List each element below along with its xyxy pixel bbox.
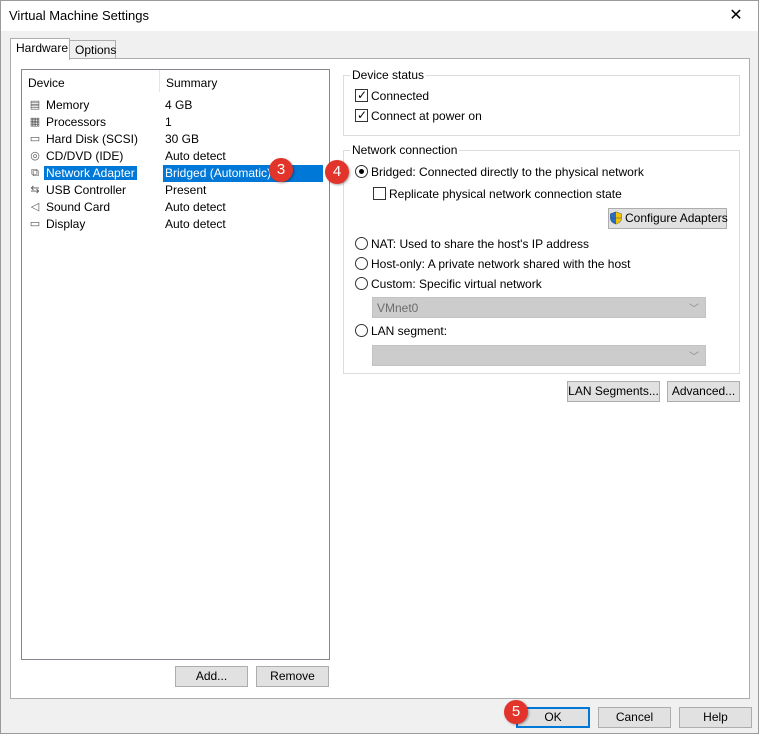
connect-at-power-on-checkbox[interactable]: ✓ Connect at power on (355, 108, 482, 123)
device-name: Processors (46, 115, 107, 129)
device-row-usb-controller[interactable]: ⇆ USB Controller Present (24, 182, 327, 199)
checkmark-icon: ✓ (357, 88, 368, 102)
lan-segments-button[interactable]: LAN Segments... (567, 381, 660, 402)
radio-label: NAT: Used to share the host's IP address (371, 237, 589, 251)
connected-checkbox[interactable]: ✓ Connected (355, 88, 430, 103)
chevron-down-icon: ﹀ (689, 352, 699, 363)
annotation-badge-4: 4 (325, 160, 349, 184)
annotation-badge-5: 5 (504, 700, 528, 724)
cd-dvd-icon: ◎ (30, 150, 40, 162)
device-row-display[interactable]: ▭ Display Auto detect (24, 216, 327, 233)
checkbox-box: ✓ (355, 88, 368, 102)
add-device-button[interactable]: Add... (175, 666, 248, 687)
device-summary: Auto detect (165, 149, 226, 163)
remove-device-button[interactable]: Remove (256, 666, 329, 687)
device-name: CD/DVD (IDE) (46, 149, 124, 163)
device-row-sound-card[interactable]: ◁ Sound Card Auto detect (24, 199, 327, 216)
column-header-device[interactable]: Device (28, 76, 65, 90)
bridged-radio[interactable]: Bridged: Connected directly to the physi… (355, 165, 644, 179)
processor-icon: ▦ (29, 116, 41, 128)
device-name: Memory (46, 98, 90, 112)
checkbox-label: Replicate physical network connection st… (389, 187, 622, 201)
virtual-machine-settings-window: Virtual Machine Settings ✕ Hardware Opti… (0, 0, 759, 734)
checkbox-box: ✓ (355, 108, 368, 122)
device-name: Network Adapter (44, 166, 137, 180)
lan-segment-radio[interactable]: LAN segment: (355, 324, 447, 338)
tab-options[interactable]: Options (69, 40, 116, 59)
device-summary: Bridged (Automatic) (165, 166, 272, 180)
device-status-group: Device status ✓ Connected ✓ Connect at pow… (343, 68, 740, 136)
radio-label: LAN segment: (371, 324, 448, 338)
advanced-button[interactable]: Advanced... (667, 381, 740, 402)
radio-label: Host-only: A private network shared with… (371, 257, 631, 271)
device-row-hard-disk[interactable]: ▭ Hard Disk (SCSI) 30 GB (24, 131, 327, 148)
device-row-memory[interactable]: ▤ Memory 4 GB (24, 97, 327, 114)
radio-dot (355, 165, 368, 178)
title-bar: Virtual Machine Settings ✕ (1, 1, 758, 31)
custom-network-value: VMnet0 (377, 301, 419, 315)
device-name: USB Controller (46, 183, 127, 197)
device-summary: 1 (165, 115, 172, 129)
help-button[interactable]: Help (679, 707, 752, 728)
configure-adapters-label: Configure Adapters (625, 211, 728, 225)
network-adapter-icon: ⧉ (31, 167, 39, 179)
memory-icon: ▤ (29, 99, 41, 111)
tab-hardware[interactable]: Hardware (10, 38, 70, 60)
custom-radio[interactable]: Custom: Specific virtual network (355, 277, 542, 291)
radio-label: Custom: Specific virtual network (371, 277, 542, 291)
device-name: Display (46, 217, 86, 231)
custom-network-select[interactable]: VMnet0 ﹀ (372, 297, 706, 318)
column-divider[interactable] (159, 70, 160, 92)
device-summary: Present (165, 183, 207, 197)
device-name: Hard Disk (SCSI) (46, 132, 139, 146)
checkbox-label: Connected (371, 89, 430, 103)
configure-adapters-button[interactable]: Configure Adapters (608, 208, 728, 229)
close-icon[interactable]: ✕ (714, 1, 758, 31)
radio-selected-indicator (359, 169, 364, 174)
lan-segment-select[interactable]: ﹀ (372, 345, 706, 366)
host-only-radio[interactable]: Host-only: A private network shared with… (355, 257, 630, 271)
usb-icon: ⇆ (30, 184, 40, 196)
radio-dot (355, 257, 368, 270)
annotation-badge-3: 3 (269, 158, 293, 182)
cancel-button[interactable]: Cancel (598, 707, 671, 728)
nat-radio[interactable]: NAT: Used to share the host's IP address (355, 237, 589, 251)
checkbox-label: Connect at power on (371, 109, 482, 123)
hardware-tab-panel: Device Summary ▤ Memory 4 GB ▦ Processor… (10, 58, 750, 699)
radio-label: Bridged: Connected directly to the physi… (371, 165, 644, 179)
radio-dot (355, 324, 368, 337)
radio-dot (355, 277, 368, 290)
window-title: Virtual Machine Settings (9, 8, 149, 23)
device-list-header: Device Summary (22, 70, 329, 94)
checkmark-icon: ✓ (357, 108, 368, 122)
device-summary: Auto detect (165, 200, 226, 214)
checkbox-box (373, 187, 386, 200)
display-icon: ▭ (29, 218, 41, 230)
chevron-down-icon: ﹀ (689, 304, 699, 315)
column-header-summary[interactable]: Summary (166, 76, 217, 90)
network-connection-legend: Network connection (350, 143, 460, 157)
device-status-legend: Device status (350, 68, 427, 82)
device-name: Sound Card (46, 200, 111, 214)
device-summary: 4 GB (165, 98, 193, 112)
device-summary: Auto detect (165, 217, 226, 231)
network-connection-group: Network connection Bridged: Connected di… (343, 143, 740, 374)
hard-disk-icon: ▭ (29, 133, 41, 145)
uac-shield-icon (610, 211, 622, 225)
replicate-state-checkbox[interactable]: Replicate physical network connection st… (373, 187, 622, 201)
device-summary: 30 GB (165, 132, 200, 146)
speaker-icon: ◁ (30, 201, 40, 213)
device-row-processors[interactable]: ▦ Processors 1 (24, 114, 327, 131)
radio-dot (355, 237, 368, 250)
